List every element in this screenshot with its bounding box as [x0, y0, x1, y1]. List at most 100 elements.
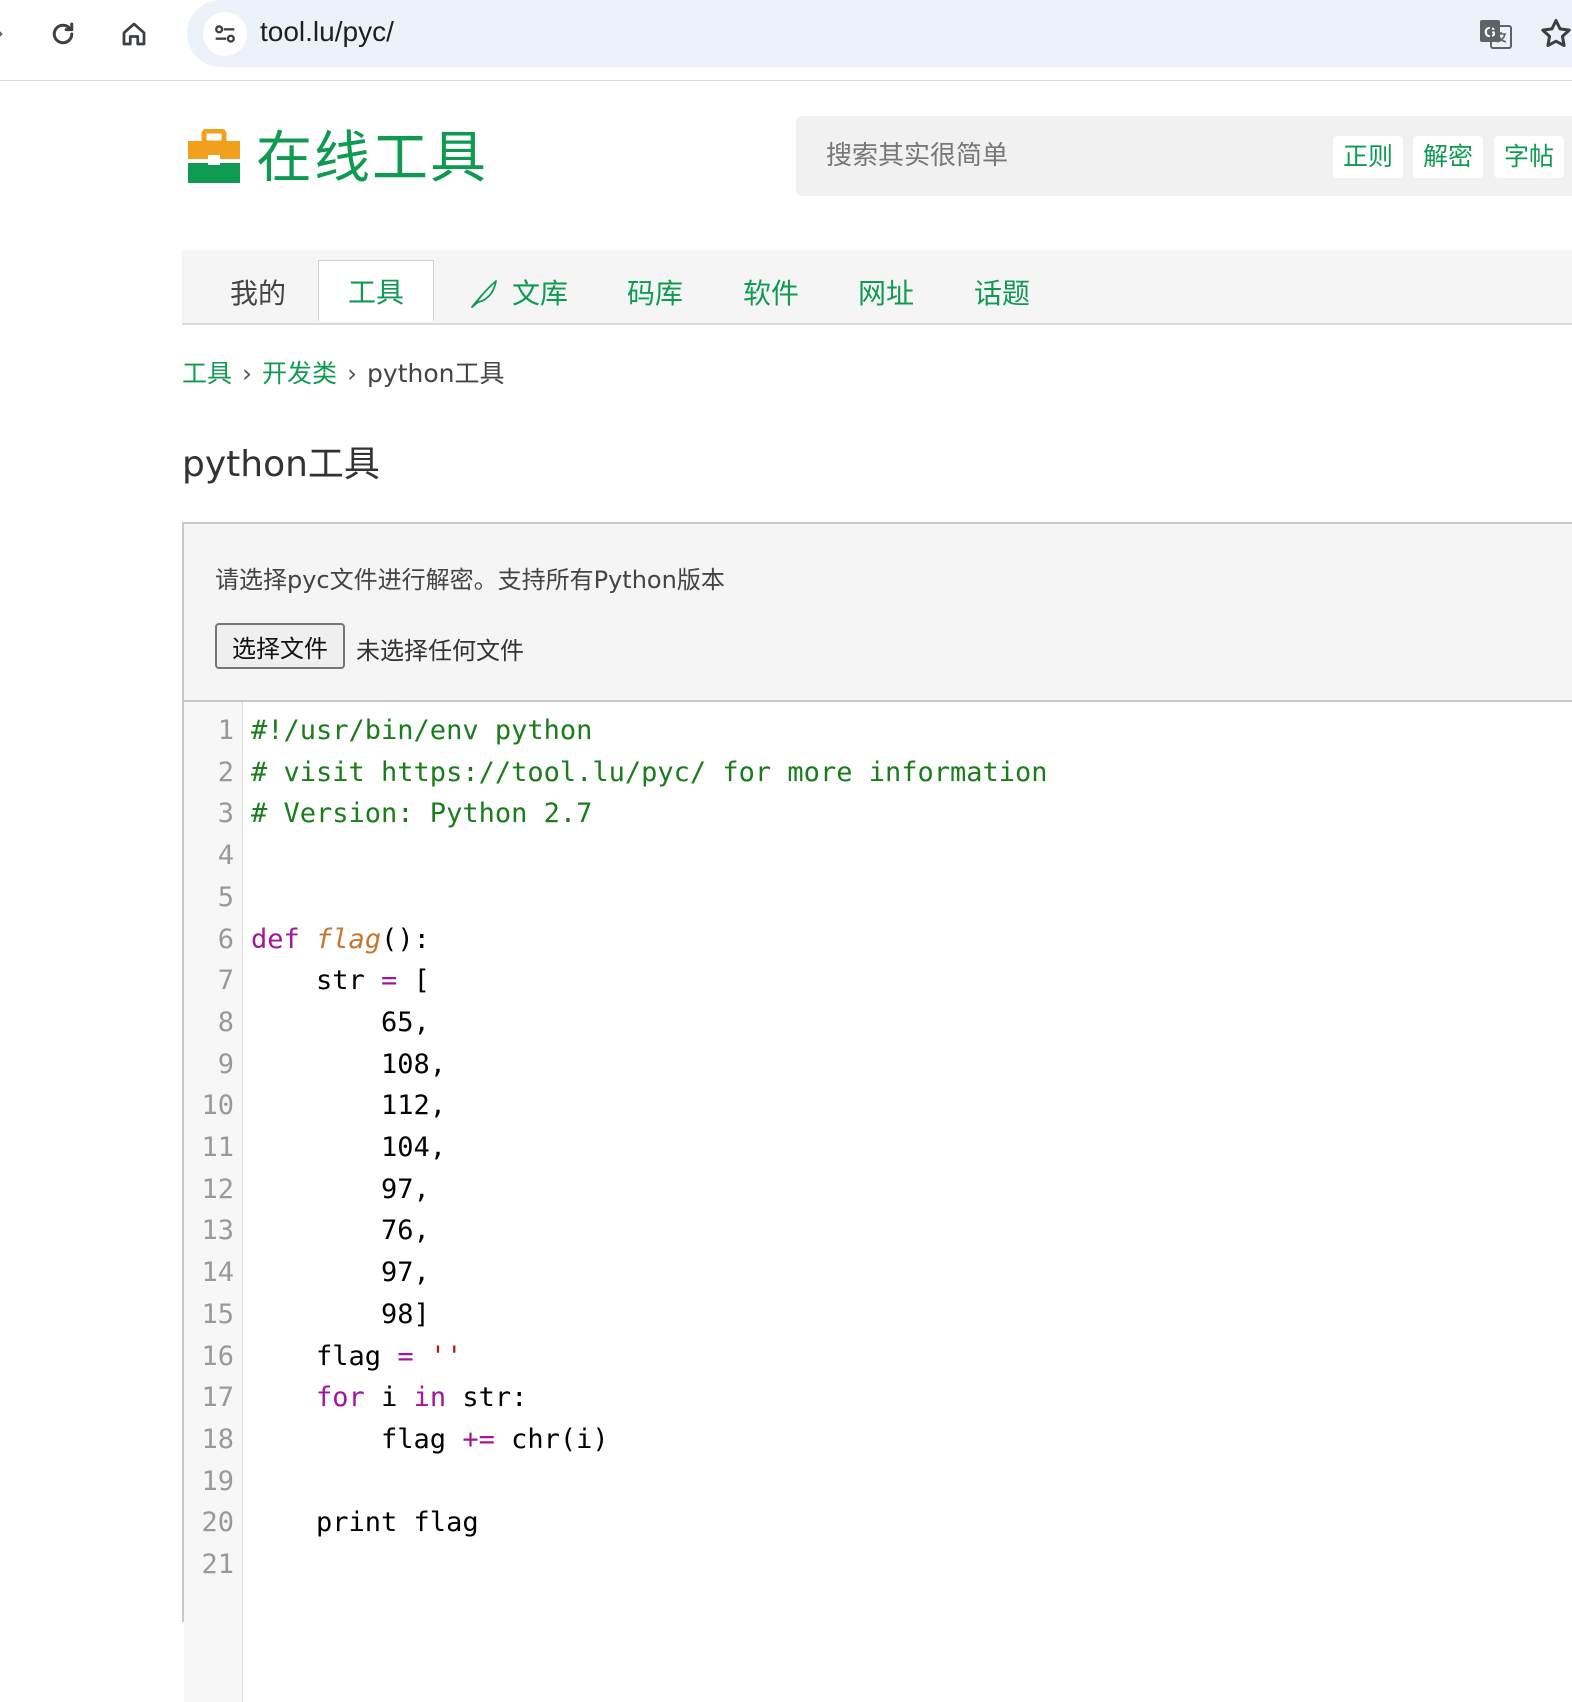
line-number: 16	[201, 1340, 234, 1372]
code-line: 13 76,	[184, 1210, 1572, 1252]
line-number: 4	[217, 840, 234, 872]
code-line: 12 97,	[184, 1169, 1572, 1211]
tab-software[interactable]: 软件	[743, 276, 799, 312]
line-number: 19	[201, 1465, 234, 1497]
line-number: 8	[217, 1006, 234, 1038]
code-text: flag = ''	[251, 1336, 462, 1378]
line-number: 12	[201, 1173, 234, 1205]
page-title: python工具	[182, 444, 380, 485]
line-number: 13	[201, 1215, 234, 1247]
tab-topics[interactable]: 话题	[974, 276, 1030, 312]
code-text: print flag	[251, 1502, 479, 1544]
code-token: for	[316, 1382, 365, 1414]
reload-icon[interactable]	[43, 14, 83, 54]
line-number: 3	[217, 798, 234, 830]
tab-tools[interactable]: 工具	[318, 260, 434, 322]
search-input[interactable]	[826, 134, 1286, 178]
site-title: 在线工具	[256, 126, 488, 191]
breadcrumb-separator: ›	[242, 359, 253, 388]
tab-library[interactable]: 文库	[468, 276, 568, 312]
main-nav-tabs: 我的 工具 文库 码库 软件 网址 话题	[182, 250, 1572, 325]
code-line: 5	[184, 877, 1572, 919]
code-token: 76,	[251, 1215, 430, 1247]
tab-sites[interactable]: 网址	[858, 276, 914, 312]
site-info-icon[interactable]	[203, 12, 247, 56]
quill-icon	[468, 277, 502, 311]
quick-link-regex[interactable]: 正则	[1333, 136, 1404, 178]
code-text: 108,	[251, 1044, 446, 1086]
tab-code[interactable]: 码库	[627, 276, 683, 312]
code-text: 97,	[251, 1252, 430, 1294]
code-text: # visit https://tool.lu/pyc/ for more in…	[251, 752, 1048, 794]
code-text: 98]	[251, 1294, 430, 1336]
code-line: 17 for i in str:	[184, 1377, 1572, 1419]
url-text[interactable]: tool.lu/pyc/	[260, 16, 394, 48]
line-number: 20	[201, 1507, 234, 1539]
code-line: 4	[184, 835, 1572, 877]
bookmark-star-icon[interactable]	[1538, 16, 1572, 52]
code-token: 98]	[251, 1298, 430, 1330]
line-number: 17	[201, 1382, 234, 1414]
quick-link-copybook[interactable]: 字帖	[1494, 136, 1565, 178]
code-token: in	[413, 1382, 447, 1414]
breadcrumb-tools[interactable]: 工具	[182, 359, 232, 388]
tab-mine[interactable]: 我的	[230, 276, 286, 312]
code-line: 11 104,	[184, 1127, 1572, 1169]
code-token: =	[397, 1340, 414, 1372]
site-logo[interactable]: 在线工具	[186, 126, 488, 192]
line-number: 15	[201, 1298, 234, 1330]
line-number: 21	[201, 1549, 234, 1580]
code-line: 16 flag = ''	[184, 1336, 1572, 1378]
code-line: 14 97,	[184, 1252, 1572, 1294]
breadcrumb-current: python工具	[367, 359, 505, 388]
code-token: ():	[381, 923, 430, 955]
quick-link-decrypt[interactable]: 解密	[1413, 136, 1484, 178]
code-text: 65,	[251, 1002, 430, 1044]
line-number: 14	[201, 1257, 234, 1289]
home-icon[interactable]	[114, 14, 154, 54]
code-line: 19	[184, 1461, 1572, 1503]
code-text: 112,	[251, 1085, 446, 1127]
code-line: 10 112,	[184, 1085, 1572, 1127]
code-line: 8 65,	[184, 1002, 1572, 1044]
code-line: 6 def flag():	[184, 919, 1572, 961]
code-token: str	[251, 965, 382, 997]
line-number: 10	[201, 1090, 234, 1122]
code-line: 3 # Version: Python 2.7	[184, 793, 1572, 835]
upload-area: 请选择pyc文件进行解密。支持所有Python版本 选择文件 未选择任何文件	[184, 524, 1572, 702]
code-token: =	[381, 965, 398, 997]
code-text: def flag():	[251, 919, 430, 961]
code-token: flag	[251, 1423, 463, 1455]
code-line: 20 print flag	[184, 1502, 1572, 1544]
code-line: 2 # visit https://tool.lu/pyc/ for more i…	[184, 752, 1572, 794]
code-line: 21	[184, 1544, 1572, 1586]
tab-library-label: 文库	[512, 277, 569, 310]
code-token: 104,	[251, 1132, 447, 1163]
code-token: [	[397, 965, 430, 997]
translate-icon[interactable]: G	[1478, 16, 1514, 52]
code-token: 112,	[251, 1090, 447, 1122]
code-token: +=	[462, 1423, 495, 1455]
code-editor[interactable]: 1 #!/usr/bin/env python 2 # visit https://t…	[184, 702, 1572, 1702]
code-line: 15 98]	[184, 1294, 1572, 1336]
forward-icon[interactable]	[0, 14, 18, 54]
code-text: for i in str:	[251, 1377, 527, 1419]
code-token: flag	[251, 1340, 398, 1372]
code-token: ''	[429, 1340, 463, 1372]
file-status: 未选择任何文件	[356, 637, 524, 665]
tool-panel: 请选择pyc文件进行解密。支持所有Python版本 选择文件 未选择任何文件 1…	[182, 522, 1572, 1702]
breadcrumb-dev[interactable]: 开发类	[262, 359, 337, 388]
code-token: 108,	[251, 1048, 447, 1080]
line-number: 9	[217, 1048, 234, 1080]
line-number: 6	[217, 923, 234, 955]
address-bar[interactable]: tool.lu/pyc/	[187, 0, 1572, 67]
code-token: chr(i)	[494, 1423, 609, 1455]
code-text: 104,	[251, 1127, 446, 1169]
code-line: 1 #!/usr/bin/env python	[184, 710, 1572, 752]
choose-file-button[interactable]: 选择文件	[215, 623, 345, 669]
code-text: 76,	[251, 1210, 430, 1252]
line-number: 5	[217, 881, 234, 913]
code-token: 65,	[251, 1006, 430, 1038]
